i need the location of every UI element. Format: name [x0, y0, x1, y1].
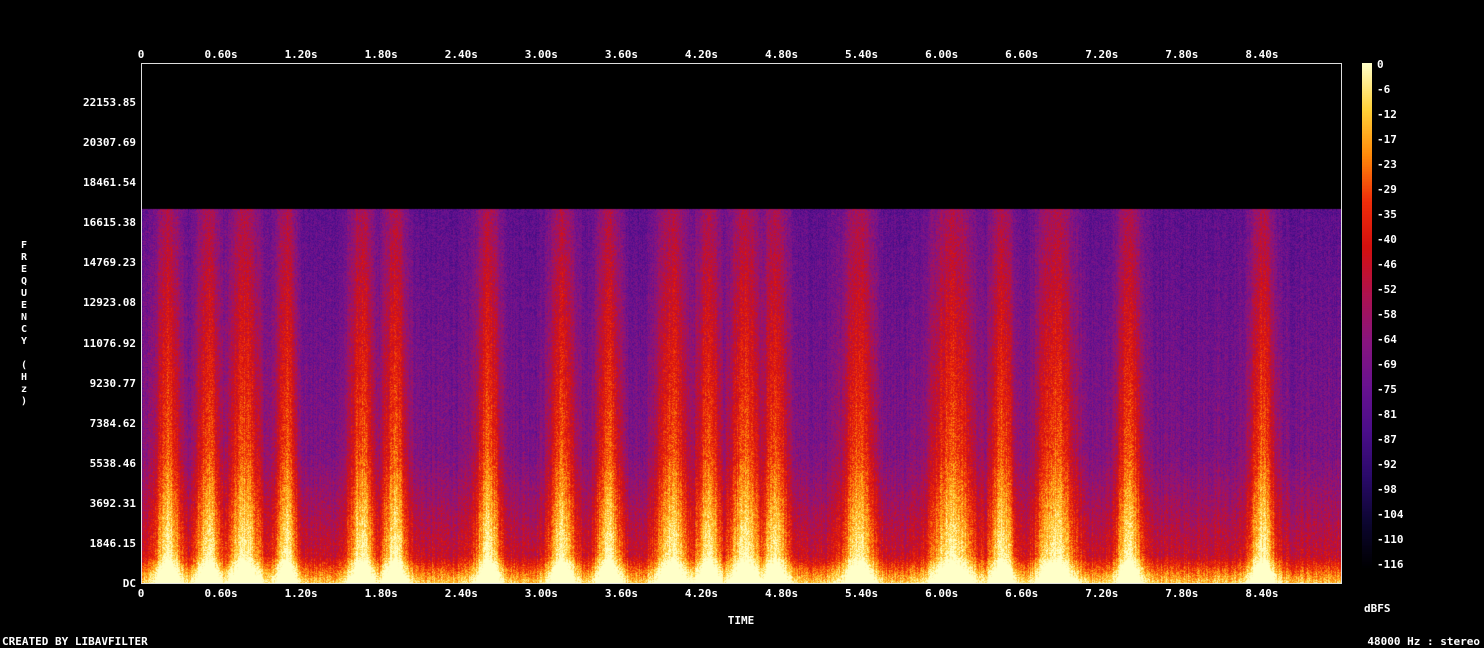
x-tick-label: 4.80s: [764, 48, 799, 61]
x-tick-label: 4.20s: [684, 587, 719, 600]
colorbar-tick-label: -69: [1377, 358, 1397, 371]
colorbar-tick-label: -12: [1377, 108, 1397, 121]
colorbar-tick-label: -98: [1377, 483, 1397, 496]
y-axis-label-char: R: [20, 251, 28, 263]
x-tick-label: 6.60s: [1005, 48, 1039, 61]
x-tick-label: 6.60s: [1005, 587, 1039, 600]
y-tick-label: 7384.62: [89, 416, 136, 430]
y-axis-label-char: Q: [20, 275, 28, 287]
y-tick-label: DC: [122, 577, 136, 590]
y-axis-label: FREQUENCY (Hz): [18, 240, 30, 408]
colorbar-unit-label: dBFS: [1364, 602, 1391, 615]
colorbar-tick-label: -46: [1377, 258, 1397, 271]
y-axis-label-char: (: [20, 359, 28, 371]
y-axis-label-char: E: [20, 299, 28, 311]
x-tick-label: 1.80s: [364, 48, 398, 61]
y-axis-label-char: E: [20, 263, 28, 275]
colorbar-tick-label: -17: [1377, 133, 1397, 146]
y-tick-label: 16615.38: [83, 216, 136, 230]
footer-credit: CREATED BY LIBAVFILTER: [2, 635, 148, 648]
colorbar: [1362, 63, 1372, 570]
x-tick-label: 4.20s: [684, 48, 719, 61]
x-tick-label: 8.40s: [1245, 48, 1279, 61]
y-tick-label: 18461.54: [83, 176, 136, 190]
x-tick-label: 6.00s: [925, 587, 959, 600]
colorbar-tick-label: -110: [1377, 533, 1404, 546]
y-axis-label-char: C: [20, 323, 28, 335]
x-tick-label: 3.00s: [524, 48, 558, 61]
x-tick-label: 3.00s: [524, 587, 558, 600]
y-tick-label: 5538.46: [89, 456, 136, 470]
colorbar-tick-label: -35: [1377, 208, 1397, 221]
x-tick-label: 7.80s: [1165, 48, 1199, 61]
y-tick-label: 1846.15: [89, 536, 136, 550]
colorbar-tick-label: -81: [1377, 408, 1397, 421]
x-tick-label: 5.40s: [845, 587, 879, 600]
x-tick-label: 7.20s: [1085, 587, 1119, 600]
footer-audio-info: 48000 Hz : stereo: [1367, 635, 1480, 648]
y-tick-label: 22153.85: [83, 96, 136, 110]
x-tick-label: 1.20s: [284, 587, 318, 600]
colorbar-tick-label: -6: [1377, 83, 1391, 96]
x-tick-label: 5.40s: [845, 48, 879, 61]
x-tick-label: 6.00s: [925, 48, 959, 61]
y-axis-label-char: [18, 348, 30, 360]
colorbar-tick-label: -29: [1377, 183, 1397, 196]
x-tick-label: 2.40s: [444, 587, 478, 600]
x-axis-label: TIME: [727, 614, 755, 627]
x-tick-label: 0.60s: [204, 587, 238, 600]
colorbar-tick-label: -92: [1377, 458, 1397, 471]
x-tick-label: 3.60s: [604, 48, 638, 61]
y-axis-label-char: U: [20, 287, 28, 299]
y-tick-label: 3692.31: [89, 496, 136, 510]
x-tick-label: 1.20s: [284, 48, 318, 61]
colorbar-tick-label: -75: [1377, 383, 1397, 396]
x-tick-label: 1.80s: [364, 587, 398, 600]
y-axis-label-char: Y: [20, 335, 28, 347]
y-axis-label-char: H: [20, 371, 28, 383]
colorbar-tick-label: -23: [1377, 158, 1397, 171]
x-tick-label: 2.40s: [444, 48, 478, 61]
colorbar-tick-label: -58: [1377, 308, 1397, 321]
colorbar-tick-label: -87: [1377, 433, 1397, 446]
colorbar-tick-label: -40: [1377, 233, 1397, 246]
y-axis-label-char: ): [20, 395, 28, 407]
colorbar-tick-label: -104: [1377, 508, 1404, 521]
y-tick-label: 20307.69: [83, 136, 136, 150]
x-tick-label: 3.60s: [604, 587, 638, 600]
colorbar-tick-label: -116: [1377, 558, 1404, 571]
spectrogram-plot: [141, 63, 1342, 584]
colorbar-tick-label: 0: [1377, 58, 1384, 71]
x-tick-label: 0: [137, 48, 145, 61]
x-tick-label: 7.20s: [1085, 48, 1119, 61]
x-tick-label: 8.40s: [1245, 587, 1279, 600]
x-tick-label: 0.60s: [204, 48, 238, 61]
colorbar-tick-label: -64: [1377, 333, 1397, 346]
colorbar-tick-label: -52: [1377, 283, 1397, 296]
x-tick-label: 4.80s: [764, 587, 799, 600]
y-axis-label-char: F: [20, 239, 28, 251]
x-tick-label: 0: [137, 587, 145, 600]
y-axis-label-char: N: [20, 311, 28, 323]
y-axis-label-char: z: [20, 383, 28, 395]
x-tick-label: 7.80s: [1165, 587, 1199, 600]
